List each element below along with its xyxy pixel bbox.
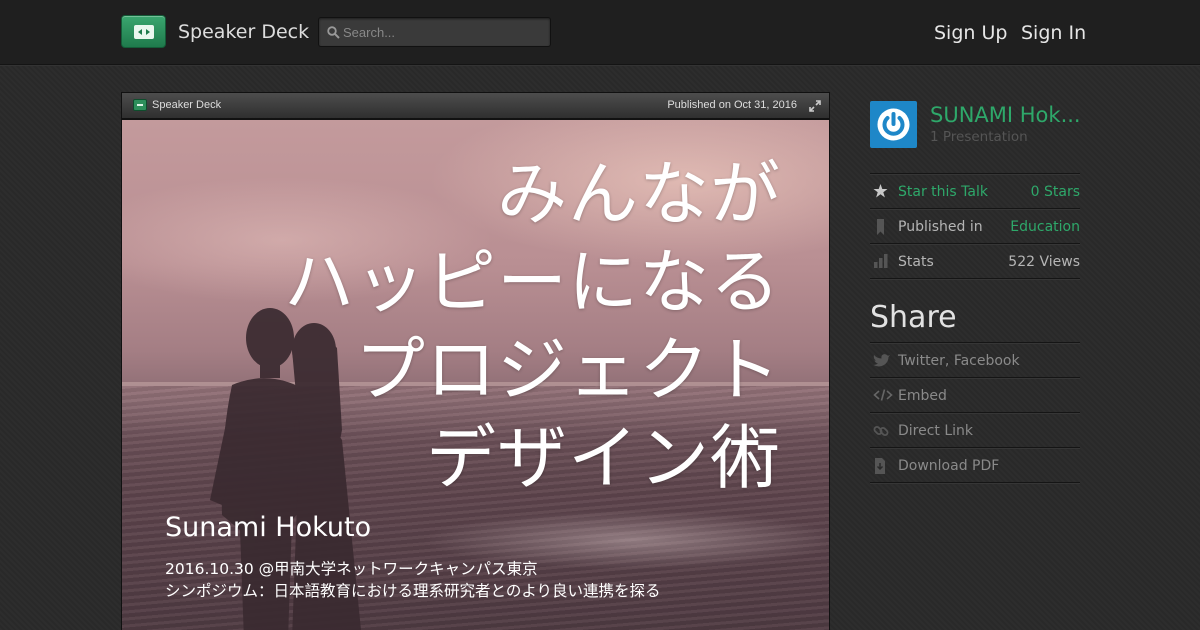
stats-row: Stats 522 Views [870, 243, 1080, 278]
share-direct-link[interactable]: Direct Link [898, 423, 973, 439]
published-row: Published in Education [870, 208, 1080, 243]
code-icon [873, 389, 893, 401]
slide-title-line: デザイン術 [426, 417, 781, 499]
share-download-row[interactable]: Download PDF [870, 447, 1080, 482]
search-box[interactable] [318, 17, 551, 47]
published-label: Published in [898, 219, 983, 235]
player-toolbar: Speaker Deck Published on Oct 31, 2016 [122, 93, 829, 119]
deck-player: Speaker Deck Published on Oct 31, 2016 み… [121, 92, 830, 630]
share-embed-row[interactable]: Embed [870, 377, 1080, 412]
star-icon [873, 184, 888, 198]
download-pdf-link[interactable]: Download PDF [898, 458, 999, 474]
search-input[interactable] [343, 18, 543, 46]
author-avatar[interactable] [870, 101, 917, 148]
sign-up-link[interactable]: Sign Up [934, 22, 1007, 44]
stats-icon [874, 254, 888, 268]
star-count: 0 Stars [1030, 184, 1080, 200]
slide-title-line: みんなが [497, 153, 781, 235]
slide-title-line: プロジェクト [355, 329, 781, 411]
top-navbar: Speaker Deck Sign Up Sign In [0, 0, 1200, 65]
author-name-link[interactable]: SUNAMI Hok... [930, 103, 1081, 127]
slide-symposium-line: シンポジウム：日本語教育における理系研究者とのより良い連携を探る [165, 582, 661, 600]
views-count: 522 Views [1008, 254, 1080, 270]
presentation-count: 1 Presentation [930, 129, 1028, 145]
divider [870, 278, 1080, 280]
expand-icon[interactable] [809, 100, 821, 112]
share-heading: Share [870, 300, 957, 335]
download-icon [875, 458, 885, 474]
stats-label: Stats [898, 254, 934, 270]
slide-image[interactable]: みんなが ハッピーになる プロジェクト デザイン術 Sunami Hokuto … [122, 120, 829, 630]
star-row[interactable]: Star this Talk 0 Stars [870, 173, 1080, 208]
sign-in-link[interactable]: Sign In [1021, 22, 1086, 44]
player-brand[interactable]: Speaker Deck [152, 99, 221, 111]
brand-link[interactable]: Speaker Deck [178, 21, 309, 43]
share-social-link[interactable]: Twitter, Facebook [898, 353, 1020, 369]
star-talk-link[interactable]: Star this Talk [898, 184, 988, 200]
published-date: Published on Oct 31, 2016 [667, 99, 797, 111]
twitter-icon [873, 354, 890, 367]
divider [870, 482, 1080, 484]
slide-author: Sunami Hokuto [165, 512, 372, 543]
share-link-row[interactable]: Direct Link [870, 412, 1080, 447]
share-social-row[interactable]: Twitter, Facebook [870, 342, 1080, 377]
link-icon [873, 426, 889, 436]
search-icon [327, 26, 340, 39]
category-link[interactable]: Education [1010, 219, 1080, 235]
slide-title: みんなが ハッピーになる プロジェクト デザイン術 [181, 150, 781, 502]
slide-title-line: ハッピーになる [284, 241, 781, 323]
speakerdeck-mini-logo-icon[interactable] [133, 99, 147, 111]
slide-event-line: 2016.10.30 @甲南大学ネットワークキャンパス東京 [165, 560, 538, 578]
power-icon [877, 108, 910, 141]
bookmark-icon [877, 219, 884, 235]
share-embed-link[interactable]: Embed [898, 388, 947, 404]
speakerdeck-logo-icon[interactable] [121, 15, 166, 48]
